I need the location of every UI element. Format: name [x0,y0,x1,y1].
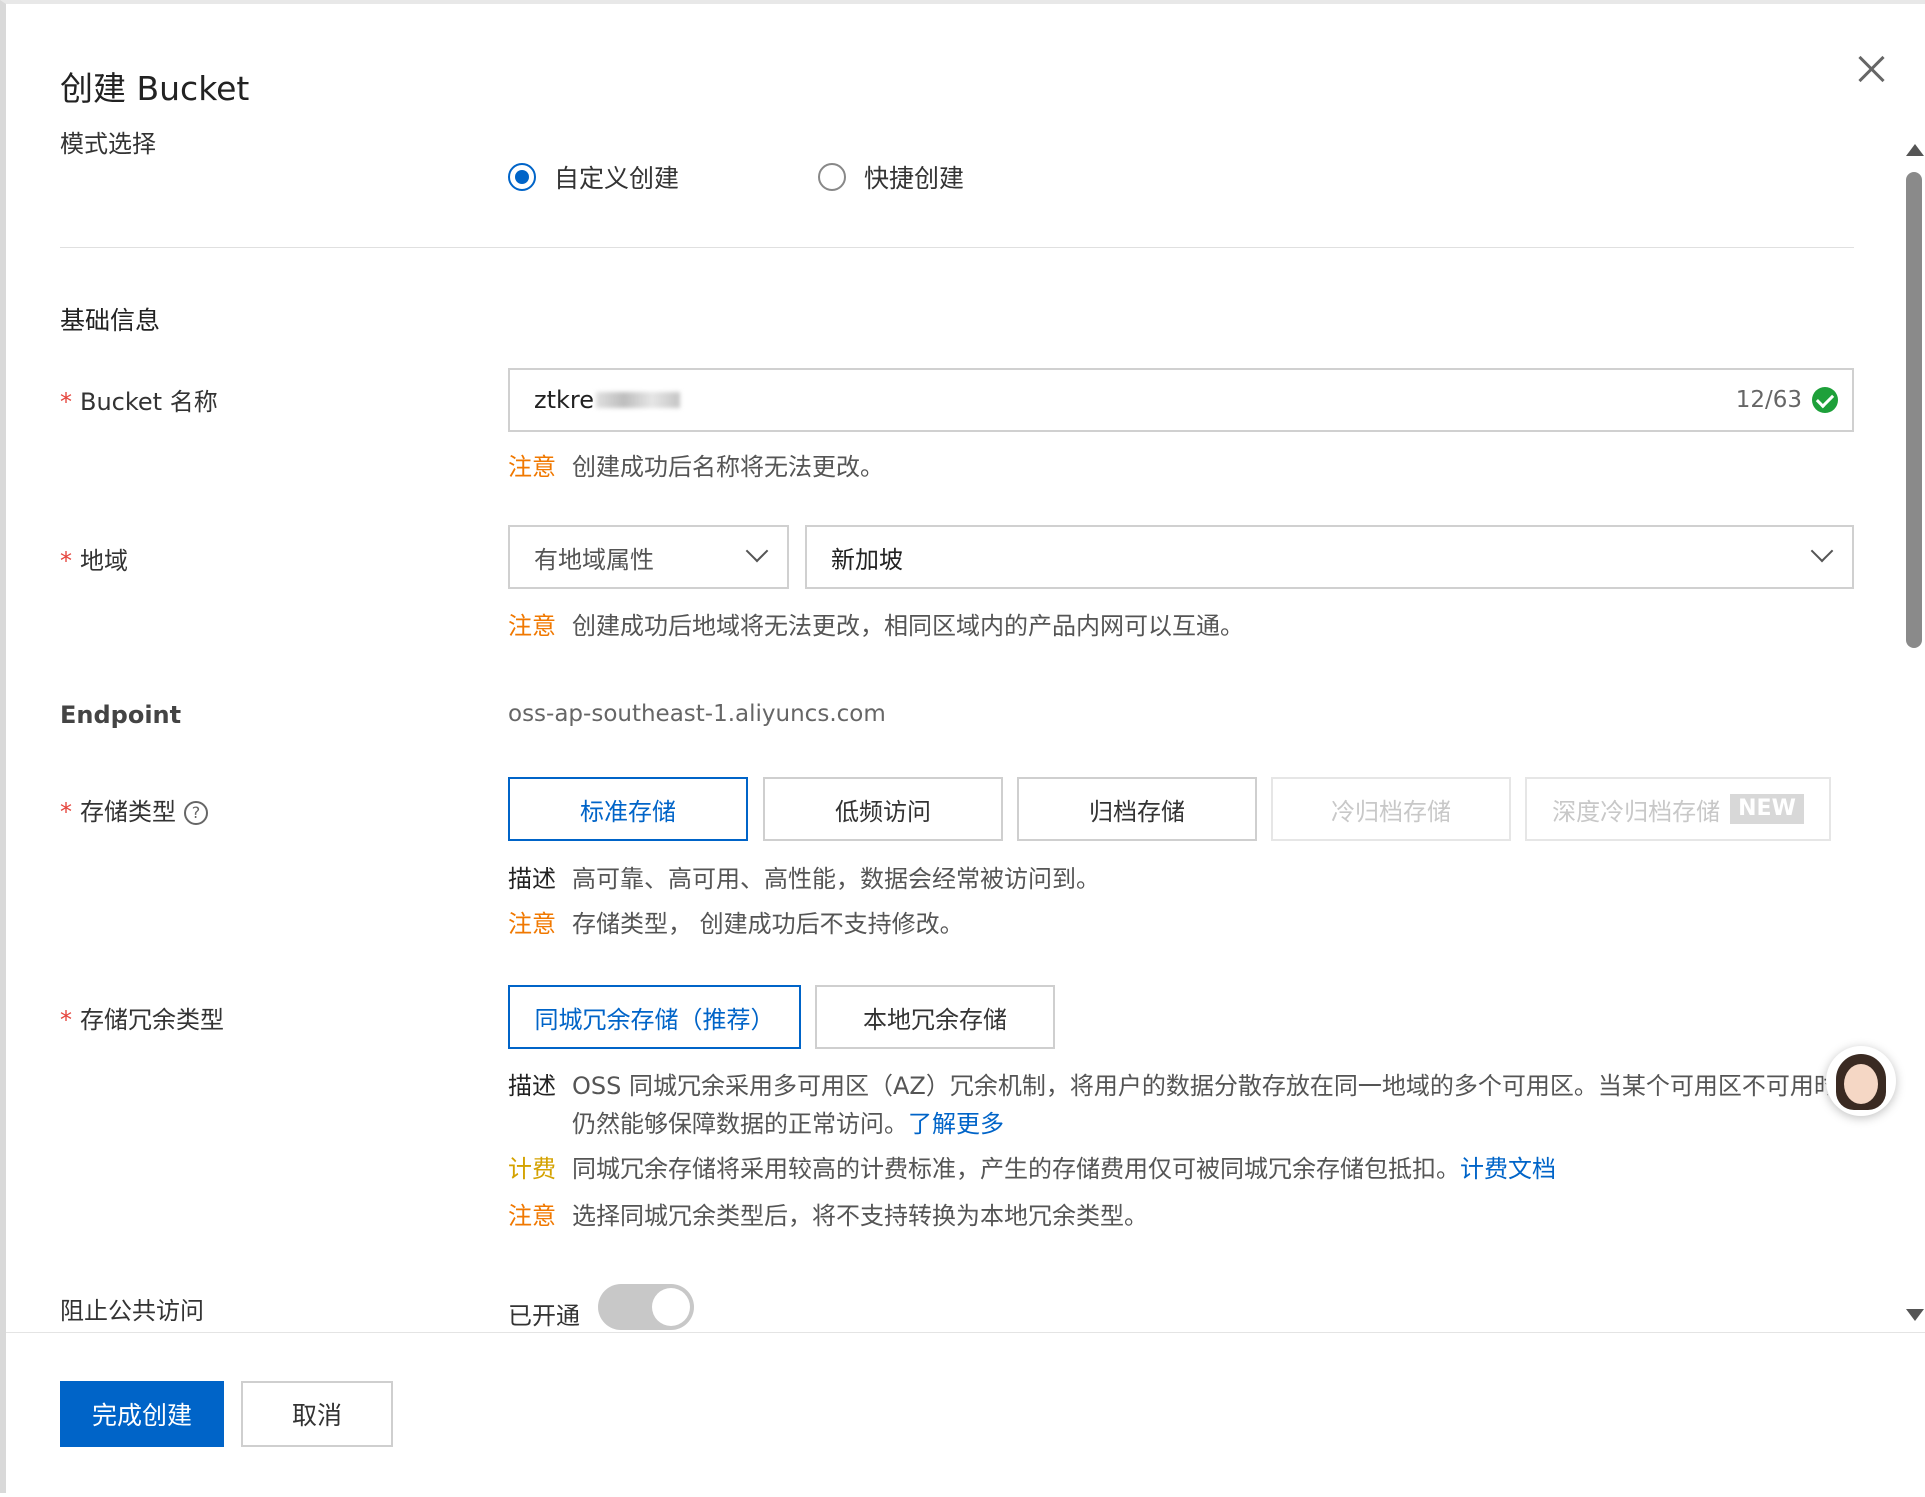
note-tag: 注意 [508,1202,556,1230]
storage-class-label-text: 存储类型 [80,798,176,826]
required-mark: * [60,1006,72,1034]
redundancy-label: * 存储冗余类型 [60,1000,224,1035]
note-text: 存储类型， 创建成功后不支持修改。 [572,910,964,938]
fee-text: 同城冗余存储将采用较高的计费标准，产生的存储费用仅可被同城冗余存储包抵扣。 [572,1155,1460,1183]
mode-custom-radio[interactable]: 自定义创建 [508,159,679,195]
storage-standard-option[interactable]: 标准存储 [508,777,748,841]
redacted-text [596,392,681,408]
confirm-create-button[interactable]: 完成创建 [60,1381,224,1447]
redundancy-label-text: 存储冗余类型 [80,1006,224,1034]
desc-text: 高可靠、高可用、高性能，数据会经常被访问到。 [572,865,1100,893]
endpoint-label: Endpoint [60,701,182,729]
dialog-footer: 完成创建 取消 [6,1332,1925,1497]
note-text: 创建成功后名称将无法更改。 [572,453,884,481]
public-access-toggle[interactable] [598,1284,694,1330]
bucket-name-note: 注意 创建成功后名称将无法更改。 [508,448,884,486]
region-label-text: 地域 [80,547,128,575]
storage-class-desc: 描述 高可靠、高可用、高性能，数据会经常被访问到。 [508,860,1100,898]
bucket-name-value: ztkre [534,386,595,414]
cancel-button[interactable]: 取消 [241,1381,393,1447]
close-icon[interactable] [1854,52,1888,86]
fee-tag: 计费 [508,1155,556,1183]
redundancy-zrs-option[interactable]: 同城冗余存储（推荐） [508,985,801,1049]
storage-class-note: 注意 存储类型， 创建成功后不支持修改。 [508,905,964,943]
region-value: 新加坡 [831,545,903,574]
new-badge: NEW [1730,794,1804,824]
radio-checked-icon [508,163,536,191]
storage-cold-archive-option: 冷归档存储 [1271,777,1511,841]
chevron-down-icon [1810,539,1834,563]
redundancy-desc: 描述 OSS 同城冗余采用多可用区（AZ）冗余机制，将用户的数据分散存放在同一地… [508,1067,1828,1143]
desc-text-line2: 仍然能够保障数据的正常访问。 [572,1110,908,1138]
storage-deep-cold-archive-option: 深度冷归档存储 NEW [1525,777,1831,841]
mode-custom-label: 自定义创建 [554,164,680,193]
required-mark: * [60,798,72,826]
desc-tag: 描述 [508,1072,556,1100]
scroll-down-icon[interactable] [1906,1309,1924,1321]
redundancy-note: 注意 选择同城冗余类型后，将不支持转换为本地冗余类型。 [508,1197,1148,1235]
redundancy-fee: 计费 同城冗余存储将采用较高的计费标准，产生的存储费用仅可被同城冗余存储包抵扣。… [508,1150,1556,1188]
deep-cold-archive-label: 深度冷归档存储 [1552,797,1721,826]
mode-quick-radio[interactable]: 快捷创建 [818,159,964,195]
desc-tag: 描述 [508,865,556,893]
char-counter: 12/63 [1735,387,1802,413]
billing-doc-link[interactable]: 计费文档 [1460,1155,1556,1183]
required-mark: * [60,388,72,416]
storage-archive-option[interactable]: 归档存储 [1017,777,1257,841]
radio-unchecked-icon [818,163,846,191]
scrollbar[interactable] [1902,134,1925,1329]
dialog-title: 创建 Bucket [60,69,250,108]
region-select[interactable]: 新加坡 [805,525,1854,589]
divider [60,247,1854,248]
learn-more-link[interactable]: 了解更多 [908,1110,1004,1138]
region-note: 注意 创建成功后地域将无法更改，相同区域内的产品内网可以互通。 [508,607,1244,645]
endpoint-value: oss-ap-southeast-1.aliyuncs.com [508,701,886,727]
scroll-thumb[interactable] [1906,172,1922,648]
bucket-name-label-text: Bucket 名称 [80,388,218,416]
help-icon[interactable]: ? [184,801,208,825]
bucket-name-input[interactable]: ztkre 12/63 [508,368,1854,432]
create-bucket-dialog: 创建 Bucket 模式选择 自定义创建 快捷创建 基础信息 * Bucket 名… [0,0,1925,1497]
region-attribute-value: 有地域属性 [534,545,654,574]
note-tag: 注意 [508,453,556,481]
note-tag: 注意 [508,910,556,938]
region-label: * 地域 [60,541,128,576]
basic-info-heading: 基础信息 [60,306,161,335]
mode-label: 模式选择 [60,130,156,158]
redundancy-lrs-option[interactable]: 本地冗余存储 [815,985,1055,1049]
note-tag: 注意 [508,612,556,640]
storage-class-label: * 存储类型? [60,792,208,827]
scroll-up-icon[interactable] [1906,144,1924,156]
chevron-down-icon [745,539,769,563]
storage-ia-option[interactable]: 低频访问 [763,777,1003,841]
desc-text-line1: OSS 同城冗余采用多可用区（AZ）冗余机制，将用户的数据分散存放在同一地域的多… [572,1072,1828,1100]
public-access-label: 阻止公共访问 [60,1297,204,1325]
avatar-face [1844,1064,1878,1104]
note-text: 选择同城冗余类型后，将不支持转换为本地冗余类型。 [572,1202,1148,1230]
mode-quick-label: 快捷创建 [864,164,965,193]
note-text: 创建成功后地域将无法更改，相同区域内的产品内网可以互通。 [572,612,1244,640]
region-attribute-select[interactable]: 有地域属性 [508,525,789,589]
bucket-name-label: * Bucket 名称 [60,382,218,417]
assistant-avatar-icon[interactable] [1826,1046,1896,1116]
toggle-knob [652,1288,690,1326]
valid-check-icon [1812,387,1838,413]
required-mark: * [60,547,72,575]
public-access-status: 已开通 [508,1302,580,1330]
